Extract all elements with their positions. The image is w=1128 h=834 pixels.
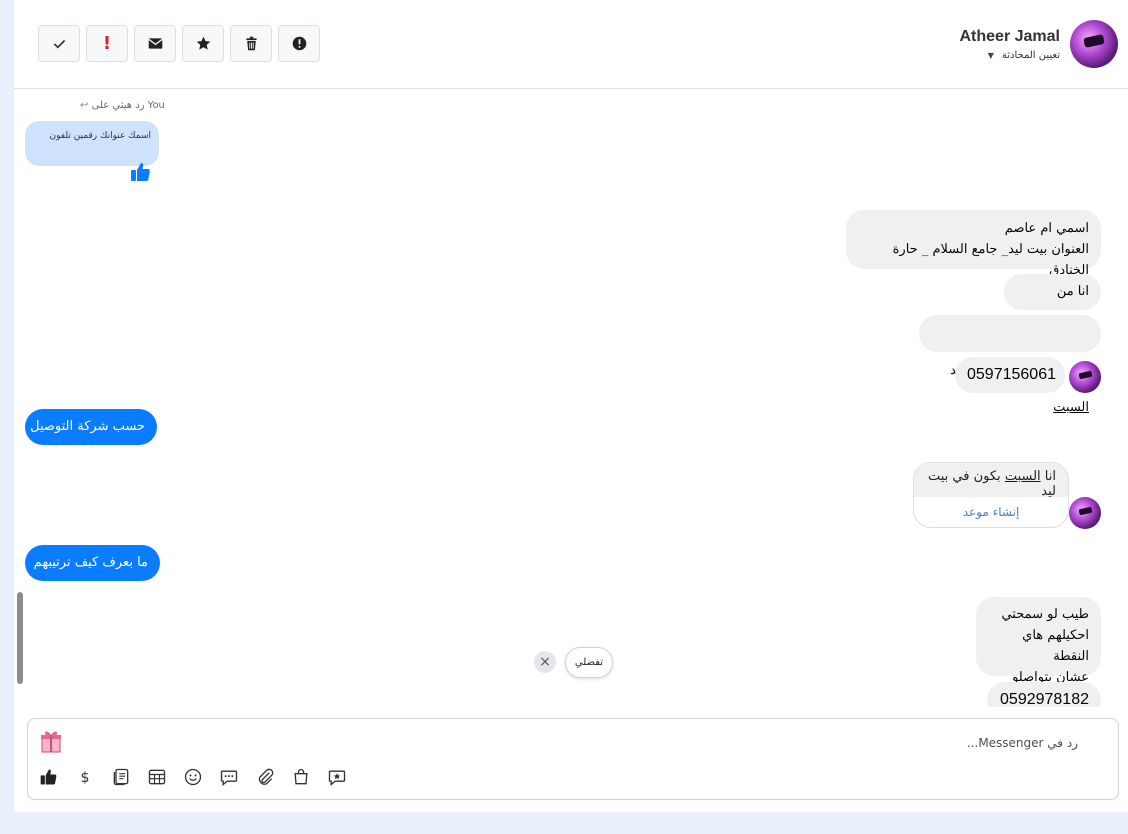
report-button[interactable] — [278, 25, 320, 62]
like-reaction-icon — [131, 163, 150, 181]
attachment-icon[interactable] — [254, 766, 276, 788]
create-appointment-link[interactable]: إنشاء موعد — [914, 497, 1068, 527]
like-icon[interactable] — [38, 766, 60, 788]
star-reply-icon[interactable] — [326, 766, 348, 788]
message-list[interactable]: ↩ رد هيثي على You اسمك عنوانك رقمين تلفو… — [14, 89, 1128, 707]
star-icon — [196, 36, 210, 50]
assign-conversation[interactable]: ▼ تعيين المحادثة — [960, 49, 1060, 61]
dismiss-suggestion-button[interactable]: × — [534, 651, 556, 673]
important-icon: ! — [102, 33, 112, 54]
messenger-panel: ! Atheer Jamal ▼ تعيين المحادثة ↩ رد هيث… — [14, 0, 1128, 812]
message-outgoing[interactable]: ما بعرف كيف ترتيبهم — [25, 545, 160, 581]
conversation-header: ! Atheer Jamal ▼ تعيين المحادثة — [14, 0, 1128, 89]
mark-unread-button[interactable] — [134, 25, 176, 62]
scrollbar[interactable] — [17, 592, 23, 684]
message-incoming[interactable]: اسمي ام عاصم العنوان بيت ليد_ جامع السلا… — [846, 210, 1101, 278]
reply-arrow-icon: ↩ — [80, 100, 89, 111]
composer: $ — [27, 718, 1119, 800]
delete-button[interactable] — [230, 25, 272, 62]
message-incoming[interactable]: طيب لو سمحتي احكيلهم هاي النقطة عشان يتو… — [976, 597, 1101, 706]
gift-icon[interactable] — [40, 728, 62, 754]
svg-text:$: $ — [80, 770, 89, 786]
caret-down-icon: ▼ — [987, 50, 994, 60]
message-input[interactable] — [218, 733, 1078, 753]
notes-icon[interactable] — [110, 766, 132, 788]
mail-icon — [147, 38, 163, 49]
star-button[interactable] — [182, 25, 224, 62]
message-incoming[interactable]: 0597156061 — [955, 357, 1065, 393]
message-incoming[interactable]: بس رح استلم في بيت ليد السبت — [919, 315, 1101, 415]
dollar-icon[interactable]: $ — [74, 766, 96, 788]
mark-done-button[interactable] — [38, 25, 80, 62]
assign-label: تعيين المحادثة — [1001, 49, 1060, 61]
message-incoming[interactable]: انا من طولكرم — [1004, 274, 1101, 335]
reply-note: ↩ رد هيثي على You — [80, 100, 165, 111]
check-icon — [53, 39, 65, 49]
shop-bag-icon[interactable] — [290, 766, 312, 788]
avatar[interactable] — [1069, 361, 1101, 393]
trash-icon — [245, 36, 257, 51]
avatar[interactable] — [1069, 497, 1101, 529]
table-icon[interactable] — [146, 766, 168, 788]
emoji-icon[interactable] — [182, 766, 204, 788]
card-text: انا السبت بكون في بيت ليد — [914, 463, 1068, 499]
suggested-reply-chip[interactable]: تفضلي — [565, 647, 613, 678]
message-card[interactable]: انا السبت بكون في بيت ليد إنشاء موعد — [913, 462, 1069, 528]
message-outgoing[interactable]: حسب شركة التوصيل — [25, 409, 157, 445]
composer-toolbar: $ — [38, 765, 348, 789]
contact-info: Atheer Jamal ▼ تعيين المحادثة — [960, 19, 1118, 69]
alert-icon — [292, 36, 306, 51]
avatar[interactable] — [1070, 20, 1118, 68]
chat-dots-icon[interactable] — [218, 766, 240, 788]
contact-name[interactable]: Atheer Jamal — [960, 28, 1061, 46]
contact-text: Atheer Jamal ▼ تعيين المحادثة — [960, 28, 1061, 61]
message-incoming[interactable]: 0592978182 — [987, 682, 1101, 707]
important-button[interactable]: ! — [86, 25, 128, 62]
